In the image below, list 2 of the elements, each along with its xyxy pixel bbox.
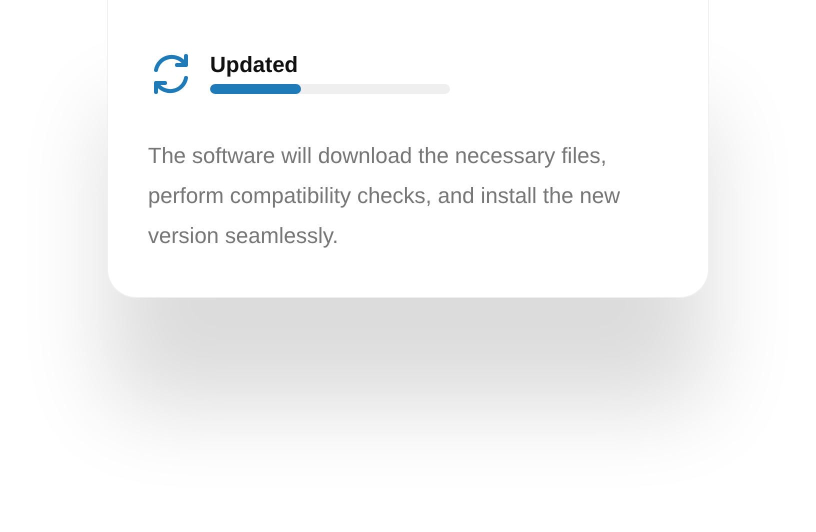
description-text: The software will download the necessary files, perform compatibility checks, and install the new version seamlessly.: [148, 142, 621, 250]
card-title: Updated: [210, 52, 299, 78]
